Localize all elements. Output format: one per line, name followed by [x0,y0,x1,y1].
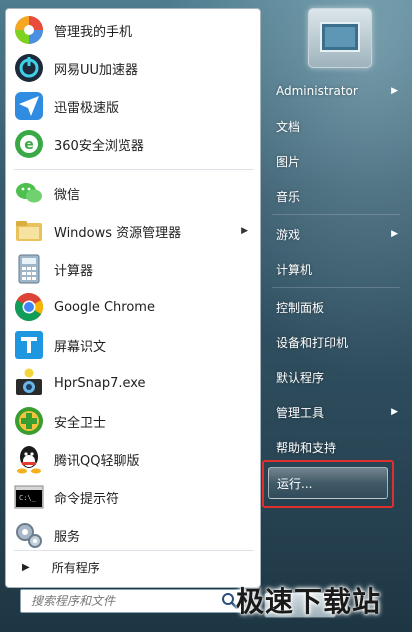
wechat-icon [16,183,42,203]
app-label: 屏幕识文 [54,339,107,355]
cmd-icon: C:\_ [14,485,44,509]
app-label: 安全卫士 [54,415,107,431]
app-item-thunder[interactable]: 迅雷极速版 [10,88,256,124]
hypersnap-icon [16,368,42,395]
triangle-right-icon: ▶ [22,561,30,573]
chrome-icon [15,293,43,321]
phone-manager-icon [15,16,43,44]
right-item-documents[interactable]: 文档 [266,112,404,140]
right-item-games[interactable]: 游戏 ▶ [266,220,404,248]
user-avatar[interactable] [308,8,372,68]
app-label: Google Chrome [54,299,155,315]
right-item-computer[interactable]: 计算机 [266,255,404,283]
app-item-calculator[interactable]: 计算器 [10,251,256,287]
app-item-360-browser[interactable]: e 360安全浏览器 [10,126,256,162]
run-label: 运行... [277,476,313,491]
right-item-label: 设备和打印机 [276,335,349,350]
app-item-hypersnap[interactable]: HprSnap7.exe [10,365,256,401]
start-menu: 管理我的手机 网易UU加速器 迅雷极速版 e 360安全浏览器 微信 Windo… [0,0,412,632]
user-picture-icon [320,22,360,52]
watermark-logo: 极速下载站 [236,585,382,618]
qq-icon [17,446,41,474]
submenu-arrow-icon[interactable]: ▶ [241,226,248,236]
app-item-security-guard[interactable]: 安全卫士 [10,403,256,439]
right-item-music[interactable]: 音乐 [266,182,404,210]
app-item-phone-manager[interactable]: 管理我的手机 [10,12,256,48]
app-item-uu-accelerator[interactable]: 网易UU加速器 [10,50,256,86]
right-item-admin-tools[interactable]: 管理工具 ▶ [266,398,404,426]
right-item-label: Administrator [276,84,358,98]
app-item-explorer[interactable]: Windows 资源管理器 ▶ [10,213,256,249]
uu-accelerator-icon [15,54,43,82]
app-label: 腾讯QQ轻聊版 [54,453,140,469]
submenu-arrow-icon: ▶ [391,407,398,417]
right-item-label: 计算机 [276,262,313,277]
app-label: 360安全浏览器 [54,138,144,154]
svg-text:C:\_: C:\_ [19,494,37,502]
search-box[interactable] [20,589,244,613]
right-item-label: 帮助和支持 [276,440,337,455]
app-item-services[interactable]: 服务 [10,517,256,553]
calculator-icon [18,254,40,284]
right-item-control-panel[interactable]: 控制面板 [266,293,404,321]
separator [272,287,400,288]
right-item-label: 控制面板 [276,300,325,315]
right-item-help-support[interactable]: 帮助和支持 [266,433,404,461]
app-item-screen-ocr[interactable]: 屏幕识文 [10,327,256,363]
all-programs-button[interactable]: ▶ 所有程序 [10,554,256,580]
app-label: 命令提示符 [54,491,120,507]
all-programs-label: 所有程序 [51,560,100,575]
right-item-pictures[interactable]: 图片 [266,147,404,175]
thunder-icon [15,92,43,120]
right-item-administrator[interactable]: Administrator ▶ [266,77,404,105]
right-item-label: 图片 [276,154,301,169]
right-item-label: 管理工具 [276,405,325,420]
360-browser-icon: e [15,130,43,158]
separator [14,169,254,170]
right-item-label: 默认程序 [276,370,325,385]
app-label: 管理我的手机 [54,24,133,40]
services-icon [16,523,42,548]
run-button[interactable]: 运行... [268,467,388,499]
app-item-qq[interactable]: 腾讯QQ轻聊版 [10,441,256,477]
app-label: HprSnap7.exe [54,375,146,391]
right-item-label: 游戏 [276,227,301,242]
right-item-default-programs[interactable]: 默认程序 [266,363,404,391]
programs-pane: 管理我的手机 网易UU加速器 迅雷极速版 e 360安全浏览器 微信 Windo… [5,8,261,588]
security-guard-icon [15,407,43,435]
right-item-label: 音乐 [276,189,301,204]
svg-text:e: e [24,137,34,153]
app-label: 迅雷极速版 [54,100,120,116]
app-label: 网易UU加速器 [54,62,139,78]
app-item-cmd[interactable]: C:\_ 命令提示符 [10,479,256,515]
screen-ocr-icon [15,331,43,359]
separator [14,550,254,551]
app-item-chrome[interactable]: Google Chrome [10,289,256,325]
app-label: 微信 [54,187,81,203]
app-label: 服务 [54,529,81,545]
separator [272,214,400,215]
search-input[interactable] [29,591,223,611]
app-label: 计算器 [54,263,94,279]
submenu-arrow-icon: ▶ [391,86,398,96]
right-item-devices-printers[interactable]: 设备和打印机 [266,328,404,356]
submenu-arrow-icon: ▶ [391,229,398,239]
app-item-wechat[interactable]: 微信 [10,175,256,211]
explorer-icon [16,221,42,241]
app-label: Windows 资源管理器 [54,225,182,241]
right-item-label: 文档 [276,119,301,134]
